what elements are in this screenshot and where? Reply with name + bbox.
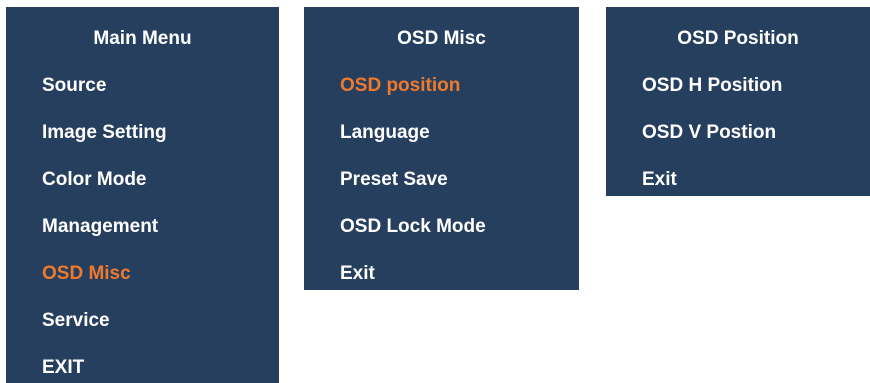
main-menu-panel: Main Menu Source Image Setting Color Mod… xyxy=(6,7,279,383)
main-menu-item-color-mode[interactable]: Color Mode xyxy=(42,169,147,191)
osd-position-title: OSD Position xyxy=(677,28,799,49)
main-menu-item-management[interactable]: Management xyxy=(42,216,158,238)
main-menu-item-osd-misc[interactable]: OSD Misc xyxy=(42,263,131,285)
main-menu-item-exit[interactable]: EXIT xyxy=(42,357,84,379)
osd-position-item-h-position[interactable]: OSD H Position xyxy=(642,75,782,97)
osd-misc-panel: OSD Misc OSD position Language Preset Sa… xyxy=(304,7,579,290)
osd-misc-item-osd-lock-mode[interactable]: OSD Lock Mode xyxy=(340,216,486,238)
osd-position-item-exit[interactable]: Exit xyxy=(642,169,677,191)
osd-misc-item-preset-save[interactable]: Preset Save xyxy=(340,169,448,191)
osd-position-item-v-position[interactable]: OSD V Postion xyxy=(642,122,776,144)
osd-misc-item-osd-position[interactable]: OSD position xyxy=(340,75,460,97)
main-menu-title: Main Menu xyxy=(93,28,192,49)
osd-position-panel: OSD Position OSD H Position OSD V Postio… xyxy=(606,7,870,196)
osd-misc-item-exit[interactable]: Exit xyxy=(340,263,375,285)
main-menu-item-image-setting[interactable]: Image Setting xyxy=(42,122,167,144)
main-menu-item-source[interactable]: Source xyxy=(42,75,106,97)
main-menu-item-service[interactable]: Service xyxy=(42,310,110,332)
osd-misc-item-language[interactable]: Language xyxy=(340,122,430,144)
osd-misc-title: OSD Misc xyxy=(397,28,486,49)
